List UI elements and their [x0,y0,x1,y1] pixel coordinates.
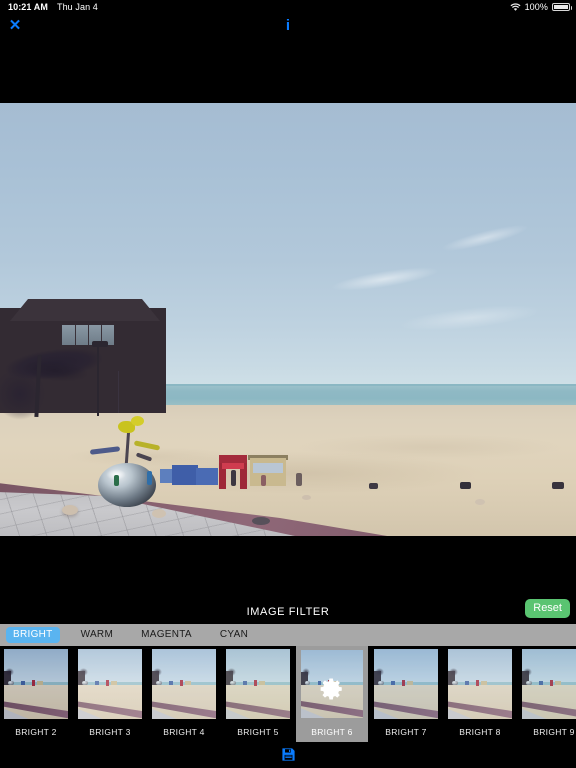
image-filter-panel: IMAGE FILTER Reset BRIGHT WARM MAGENTA C… [0,536,576,768]
tab-warm[interactable]: WARM [74,627,121,643]
building-roof [10,299,160,321]
status-time: 10:21 AM [8,2,48,12]
beach-person [296,473,302,486]
info-icon[interactable]: i [282,17,294,35]
beach-rock [152,509,166,518]
filter-thumb-label: BRIGHT 2 [0,727,72,737]
filter-preview-image [522,649,576,719]
filter-thumb-label: BRIGHT 6 [296,727,368,737]
panel-title: IMAGE FILTER [0,606,576,618]
filter-thumb-label: BRIGHT 8 [444,727,516,737]
lamp-post [97,344,99,416]
filter-thumb-bright-9[interactable]: BRIGHT 9 [518,646,576,742]
filter-thumb-bright-7[interactable]: BRIGHT 7 [370,646,442,742]
filter-thumb-label: BRIGHT 3 [74,727,146,737]
beach-sign [160,469,172,483]
save-floppy-icon[interactable] [281,747,296,762]
beach-rock [475,499,485,505]
battery-percent: 100% [525,2,548,12]
status-bar: 10:21 AM Thu Jan 4 100% [0,0,576,14]
beach-shack-board [253,463,283,473]
filter-tint-overlay [522,649,576,719]
beach-person [552,482,564,489]
filter-preview-image [4,649,68,719]
filter-preview-image [152,649,216,719]
filter-thumb-label: BRIGHT 7 [370,727,442,737]
filter-preview-image [78,649,142,719]
nav-bar: ✕ i [0,14,576,38]
beach-rock [62,505,78,515]
beach-person [231,470,236,486]
filter-thumbnail-strip[interactable]: BRIGHT 2 BRIGHT 3 [0,646,576,746]
beach-person [369,483,378,489]
beach-debris [252,517,270,525]
gear-icon[interactable] [319,676,345,702]
filter-preview-image [226,649,290,719]
beach-photo [0,103,576,536]
filter-tint-overlay [448,649,512,719]
filter-category-tabs: BRIGHT WARM MAGENTA CYAN [0,624,576,646]
beach-person [460,482,471,489]
bottom-toolbar [0,744,576,768]
beach-person [147,471,152,485]
filter-thumb-bright-3[interactable]: BRIGHT 3 [74,646,146,742]
tab-bright[interactable]: BRIGHT [6,627,60,643]
filter-tint-overlay [152,649,216,719]
beach-kiosk [172,465,198,485]
filter-tint-overlay [78,649,142,719]
beach-kiosk [196,468,218,485]
filter-tint-overlay [374,649,438,719]
red-archway-header [219,455,247,463]
lamp-head [92,341,108,347]
filter-preview-image [374,649,438,719]
filter-thumb-bright-5[interactable]: BRIGHT 5 [222,646,294,742]
filter-thumb-label: BRIGHT 9 [518,727,576,737]
beach-person [261,475,266,486]
beach-person [114,475,119,486]
filter-thumb-bright-6[interactable]: BRIGHT 6 [296,646,368,742]
filter-thumb-label: BRIGHT 5 [222,727,294,737]
status-right-cluster: 100% [510,2,570,12]
antenna-pole [118,371,119,413]
status-date: Thu Jan 4 [57,2,98,12]
wifi-icon [510,3,521,12]
sculpture-flower [131,416,144,426]
filter-thumb-bright-2[interactable]: BRIGHT 2 [0,646,72,742]
reset-button[interactable]: Reset [525,599,570,618]
red-archway-sign [222,463,244,469]
chrome-sphere-sculpture [98,463,156,507]
tab-cyan[interactable]: CYAN [213,627,255,643]
tab-magenta[interactable]: MAGENTA [134,627,199,643]
battery-full-icon [552,3,570,11]
image-filter-app: 10:21 AM Thu Jan 4 100% ✕ i [0,0,576,768]
photo-preview[interactable] [0,103,576,536]
filter-thumb-label: BRIGHT 4 [148,727,220,737]
filter-thumb-bright-8[interactable]: BRIGHT 8 [444,646,516,742]
filter-tint-overlay [226,649,290,719]
filter-preview-image [448,649,512,719]
filter-thumb-bright-4[interactable]: BRIGHT 4 [148,646,220,742]
filter-tint-overlay [4,649,68,719]
beach-rock [302,495,311,500]
close-x-icon[interactable]: ✕ [7,18,23,34]
